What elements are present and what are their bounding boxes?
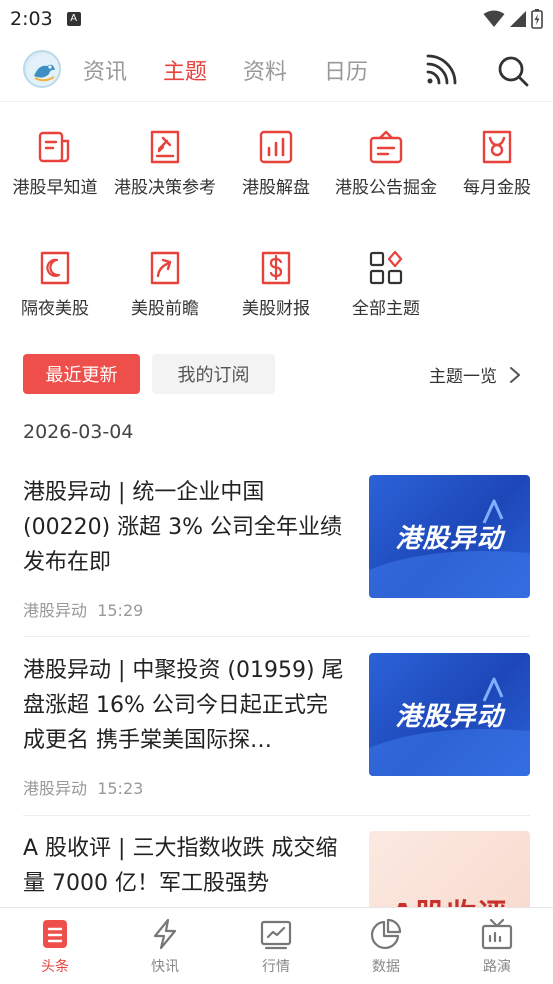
- topic-all[interactable]: 全部主题: [331, 250, 441, 323]
- topic-label: 港股公告掘金: [335, 178, 437, 198]
- chevron-right-icon: [510, 366, 520, 383]
- divider: [23, 815, 530, 816]
- topic-hk-morning[interactable]: 港股早知道: [0, 129, 110, 202]
- topic-hk-announcements[interactable]: 港股公告掘金: [331, 129, 441, 202]
- topic-label: 每月金股: [463, 178, 531, 198]
- search-icon[interactable]: [496, 54, 530, 88]
- recent-updates-button[interactable]: 最近更新: [23, 354, 140, 394]
- signal-icon: [510, 11, 526, 27]
- article-item[interactable]: 港股异动 | 中聚投资 (01959) 尾盘涨超 16% 公司今日起正式完成更名…: [23, 653, 530, 803]
- tab-news[interactable]: 资讯: [83, 54, 127, 86]
- tab-market[interactable]: 行情: [236, 918, 316, 976]
- article-thumbnail: 港股异动: [369, 653, 530, 776]
- notification-icon: A: [66, 12, 81, 26]
- moon-icon: [40, 251, 70, 285]
- tab-data[interactable]: 数据: [346, 918, 426, 976]
- article-time: 15:29: [97, 601, 144, 620]
- article-time: 15:23: [97, 779, 144, 798]
- article-item[interactable]: A 股收评 | 三大指数收跌 成交缩量 7000 亿！军工股强势 A股收评: [23, 831, 530, 907]
- pie-chart-icon: [371, 918, 402, 949]
- tab-roadshow[interactable]: 路演: [457, 918, 537, 976]
- tab-label: 快讯: [151, 959, 179, 975]
- topic-label: 港股解盘: [242, 178, 310, 198]
- trend-arrow-icon: [150, 251, 180, 285]
- article-title: A 股收评 | 三大指数收跌 成交缩量 7000 亿！军工股强势: [23, 836, 338, 896]
- dollar-doc-icon: [261, 251, 291, 285]
- article-source: 港股异动: [23, 601, 88, 620]
- topic-hk-analysis[interactable]: 港股解盘: [221, 129, 331, 202]
- article-title: 港股异动 | 中聚投资 (01959) 尾盘涨超 16% 公司今日起正式完成更名…: [23, 658, 344, 753]
- article-item[interactable]: 港股异动 | 统一企业中国 (00220) 涨超 3% 公司全年业绩发布在即 港…: [23, 475, 530, 625]
- topic-label: 港股早知道: [12, 178, 98, 198]
- bag-icon: [369, 130, 403, 164]
- thumbnail-text: A股收评: [369, 831, 530, 907]
- article-source: 港股异动: [23, 779, 88, 798]
- bar-chart-icon: [259, 130, 293, 164]
- newspaper-icon: [38, 131, 70, 163]
- top-nav: 资讯 主题 资料 日历: [0, 40, 553, 102]
- my-subscriptions-button[interactable]: 我的订阅: [152, 354, 275, 394]
- topic-us-earnings[interactable]: 美股财报: [221, 250, 331, 323]
- topic-list-label: 主题一览: [429, 367, 497, 387]
- status-icons: [483, 9, 543, 29]
- tab-topics[interactable]: 主题: [163, 54, 207, 86]
- tab-label: 数据: [372, 959, 400, 975]
- bottom-tab-bar: 头条 快讯 行情 数据 路演: [0, 907, 553, 984]
- article-thumbnail: A股收评: [369, 831, 530, 907]
- tab-materials[interactable]: 资料: [243, 54, 287, 86]
- topic-label: 港股决策参考: [114, 178, 216, 198]
- grid-icon: [369, 250, 403, 285]
- lightning-icon: [153, 918, 177, 950]
- tab-calendar[interactable]: 日历: [324, 54, 368, 86]
- market-chart-icon: [260, 920, 292, 950]
- broadcast-icon[interactable]: [423, 54, 457, 88]
- avatar[interactable]: [23, 50, 61, 88]
- thumbnail-text: 港股异动: [395, 702, 504, 732]
- topic-label: 隔夜美股: [21, 299, 89, 319]
- divider: [23, 636, 530, 637]
- date-header: 2026-03-04: [23, 421, 134, 443]
- battery-icon: [531, 9, 543, 29]
- status-bar: 2:03 A: [0, 0, 553, 38]
- tab-label: 头条: [41, 959, 69, 975]
- tab-headlines[interactable]: 头条: [15, 918, 95, 976]
- topic-overnight-us[interactable]: 隔夜美股: [0, 250, 110, 323]
- article-thumbnail: 港股异动: [369, 475, 530, 598]
- article-meta: 港股异动 15:29: [23, 597, 143, 621]
- status-time: 2:03: [10, 8, 53, 30]
- article-title: 港股异动 | 统一企业中国 (00220) 涨超 3% 公司全年业绩发布在即: [23, 480, 343, 575]
- avatar-image: [27, 54, 59, 86]
- wifi-icon: [483, 10, 505, 27]
- trophy-icon: [482, 130, 512, 164]
- topic-hk-decision[interactable]: 港股决策参考: [110, 129, 220, 202]
- topic-list-link[interactable]: 主题一览: [429, 362, 521, 387]
- tab-flash[interactable]: 快讯: [125, 918, 205, 976]
- headlines-icon: [43, 920, 67, 948]
- article-meta: 港股异动 15:23: [23, 775, 143, 799]
- tab-label: 路演: [483, 959, 511, 975]
- topic-label: 美股财报: [242, 299, 310, 319]
- gavel-icon: [150, 130, 180, 164]
- topic-label: 全部主题: [352, 299, 420, 319]
- thumbnail-text: 港股异动: [395, 524, 504, 554]
- topic-us-outlook[interactable]: 美股前瞻: [110, 250, 220, 323]
- tv-icon: [481, 918, 513, 950]
- topic-label: 美股前瞻: [131, 299, 199, 319]
- topic-monthly-stocks[interactable]: 每月金股: [442, 129, 552, 202]
- tab-label: 行情: [262, 959, 290, 975]
